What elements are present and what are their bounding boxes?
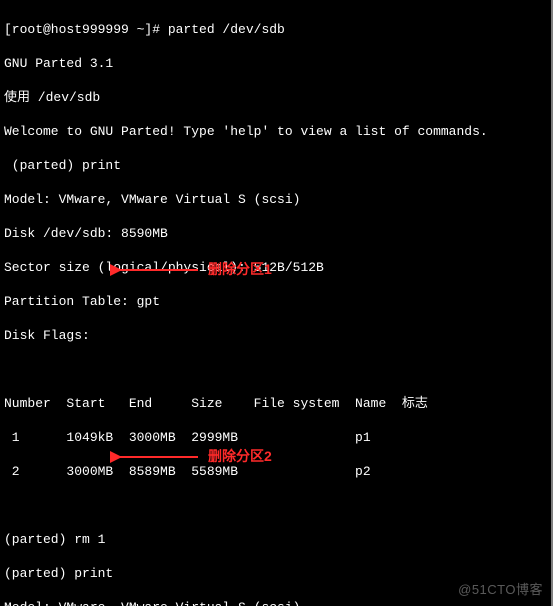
disk-model: Model: VMware, VMware Virtual S (scsi) [4, 599, 549, 606]
parted-cmd-rm1[interactable]: (parted) rm 1 [4, 531, 549, 548]
parted-cmd-print[interactable]: (parted) print [4, 565, 549, 582]
arrow-left-icon [110, 262, 200, 278]
terminal-output: [root@host999999 ~]# parted /dev/sdb GNU… [0, 0, 553, 606]
parted-cmd-print[interactable]: (parted) print [4, 157, 549, 174]
annotation-label: 删除分区1 [208, 261, 272, 278]
parted-version: GNU Parted 3.1 [4, 55, 549, 72]
shell-prompt-line[interactable]: [root@host999999 ~]# parted /dev/sdb [4, 21, 549, 38]
disk-flags: Disk Flags: [4, 327, 549, 344]
watermark-text: @51CTO博客 [458, 581, 543, 598]
partition-row-1: 1 1049kB 3000MB 2999MB p1 [4, 429, 549, 446]
partition-header: Number Start End Size File system Name 标… [4, 395, 549, 412]
disk-size: Disk /dev/sdb: 8590MB [4, 225, 549, 242]
annotation-delete-partition-2: 删除分区2 [110, 448, 272, 465]
disk-model: Model: VMware, VMware Virtual S (scsi) [4, 191, 549, 208]
annotation-delete-partition-1: 删除分区1 [110, 261, 272, 278]
blank-line [4, 361, 549, 378]
blank-line [4, 497, 549, 514]
arrow-left-icon [110, 449, 200, 465]
partition-table: Partition Table: gpt [4, 293, 549, 310]
partition-row-2: 2 3000MB 8589MB 5589MB p2 [4, 463, 549, 480]
sector-size: Sector size (logical/physical): 512B/512… [4, 259, 549, 276]
welcome-message: Welcome to GNU Parted! Type 'help' to vi… [4, 123, 549, 140]
annotation-label: 删除分区2 [208, 448, 272, 465]
using-device: 使用 /dev/sdb [4, 89, 549, 106]
